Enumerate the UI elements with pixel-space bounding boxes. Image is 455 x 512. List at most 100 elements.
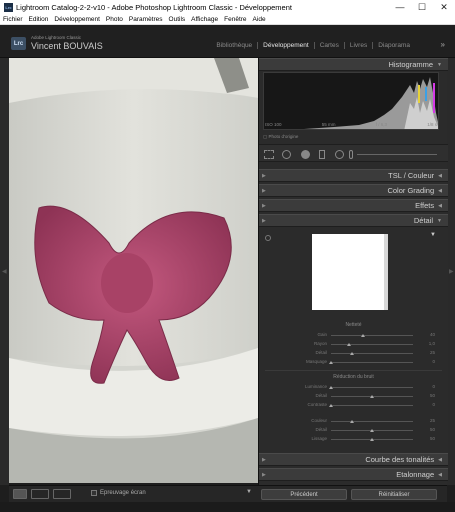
- spot-removal-icon[interactable]: [282, 150, 291, 159]
- collapse-icon: ▼: [437, 61, 442, 68]
- menu-outils[interactable]: Outils: [169, 16, 186, 23]
- minimize-button[interactable]: —: [389, 0, 411, 14]
- target-icon[interactable]: [265, 235, 271, 241]
- right-panel: Histogramme ▼ ISO 100 55 mm f / 6,3 1/8 s…: [258, 58, 448, 485]
- crop-tool-icon[interactable]: [264, 150, 274, 159]
- slider-knob[interactable]: [329, 361, 333, 364]
- iso-value: ISO 100: [265, 122, 282, 127]
- menu-fichier[interactable]: Fichier: [3, 16, 23, 23]
- softproof-checkbox[interactable]: [91, 490, 97, 496]
- slider-value[interactable]: 40: [421, 332, 435, 337]
- softproof-label: Epreuvage écran: [100, 490, 146, 496]
- original-photo-text: Photo d'origine: [268, 134, 299, 139]
- lrc-logo: Lrc: [11, 37, 26, 50]
- slider-knob[interactable]: [347, 343, 351, 346]
- collapse-icon: ▼: [437, 217, 442, 224]
- slider-value[interactable]: 25: [421, 350, 435, 355]
- masking-slider[interactable]: [331, 362, 413, 363]
- histogram-header[interactable]: Histogramme ▼: [259, 58, 448, 71]
- module-diaporama[interactable]: Diaporama: [373, 42, 415, 49]
- menu-parametres[interactable]: Paramètres: [129, 16, 163, 23]
- menu-developpement[interactable]: Développement: [54, 16, 100, 23]
- calibration-title: Etalonnage: [396, 470, 435, 479]
- slider-knob[interactable]: [370, 438, 374, 441]
- slider-value[interactable]: 0: [421, 359, 435, 364]
- close-button[interactable]: ✕: [433, 0, 455, 14]
- red-eye-icon[interactable]: [301, 150, 310, 159]
- app-icon: Lrc: [4, 2, 13, 12]
- softproof-toggle[interactable]: Epreuvage écran: [91, 490, 146, 496]
- aperture-value: f / 6,3: [375, 122, 387, 127]
- slider-value[interactable]: 50: [421, 427, 435, 432]
- slider-knob[interactable]: [329, 404, 333, 407]
- reset-button[interactable]: Réinitialiser: [351, 489, 437, 500]
- radial-tool-icon[interactable]: [335, 150, 344, 159]
- previous-button[interactable]: Précédent: [261, 489, 347, 500]
- luminance-slider[interactable]: [331, 387, 413, 388]
- tone-curve-title: Courbe des tonalités: [365, 455, 435, 464]
- noise-section-title: Réduction du bruit: [333, 374, 374, 380]
- effects-header[interactable]: ▶ Effets ◀: [259, 199, 448, 212]
- maximize-button[interactable]: ☐: [411, 0, 433, 14]
- slider-knob[interactable]: [350, 352, 354, 355]
- collapse-icon: ◀: [438, 202, 442, 209]
- gradient-tool-icon[interactable]: [319, 150, 325, 159]
- slider-value[interactable]: 50: [421, 393, 435, 398]
- slider-value[interactable]: 0: [421, 402, 435, 407]
- loupe-view-icon[interactable]: [13, 489, 27, 499]
- tool-slider[interactable]: [357, 154, 437, 155]
- expand-left-icon[interactable]: ◀: [2, 268, 7, 275]
- panel-toggle-icon: ▶: [262, 202, 266, 209]
- slider-knob[interactable]: [350, 420, 354, 423]
- collapse-icon: ◀: [438, 471, 442, 478]
- detail-header[interactable]: ▶ Détail ▼: [259, 214, 448, 227]
- menu-edition[interactable]: Edition: [29, 16, 49, 23]
- slider-knob[interactable]: [370, 429, 374, 432]
- right-panel-edge[interactable]: ▶: [447, 58, 455, 485]
- detail-slider[interactable]: [331, 353, 413, 354]
- divider: [265, 370, 442, 371]
- contrast-slider[interactable]: [331, 405, 413, 406]
- collapse-right-icon[interactable]: ▶: [449, 268, 454, 275]
- filmstrip-collapsed: [0, 502, 455, 512]
- slider-label: Rayon: [313, 341, 327, 346]
- menu-aide[interactable]: Aide: [253, 16, 266, 23]
- brush-tool-icon[interactable]: [349, 150, 353, 159]
- module-bibliotheque[interactable]: Bibliothèque: [211, 42, 259, 49]
- menu-affichage[interactable]: Affichage: [191, 16, 218, 23]
- color-slider[interactable]: [331, 421, 413, 422]
- slider-value[interactable]: 50: [421, 436, 435, 441]
- color-grading-header[interactable]: ▶ Color Grading ◀: [259, 184, 448, 197]
- slider-knob[interactable]: [361, 334, 365, 337]
- gain-slider[interactable]: [331, 335, 413, 336]
- module-cartes[interactable]: Cartes: [315, 42, 345, 49]
- before-after-icon[interactable]: [31, 489, 49, 499]
- module-developpement[interactable]: Développement: [258, 42, 315, 49]
- menu-photo[interactable]: Photo: [106, 16, 123, 23]
- slider-label: Détail: [315, 350, 327, 355]
- tsl-panel-header[interactable]: ▶ TSL / Couleur ◀: [259, 169, 448, 182]
- detail-preview[interactable]: [312, 234, 388, 310]
- menu-fenetre[interactable]: Fenêtre: [224, 16, 246, 23]
- left-panel-collapsed[interactable]: ◀: [0, 58, 9, 485]
- photo-canvas[interactable]: [9, 58, 258, 483]
- zoom-menu-icon[interactable]: ▼: [430, 232, 436, 238]
- calibration-header[interactable]: ▶ Etalonnage ◀: [259, 468, 448, 481]
- panel-toggle-icon: ▶: [262, 172, 266, 179]
- toolbar-menu-icon[interactable]: ▼: [246, 489, 252, 495]
- menu-bar: Fichier Edition Développement Photo Para…: [0, 14, 455, 25]
- tone-curve-header[interactable]: ▶ Courbe des tonalités ◀: [259, 453, 448, 466]
- slider-value[interactable]: 0: [421, 384, 435, 389]
- radius-slider[interactable]: [331, 344, 413, 345]
- slider-label: Couleur: [311, 418, 327, 423]
- slider-knob[interactable]: [329, 386, 333, 389]
- slider-value[interactable]: 25: [421, 418, 435, 423]
- module-livres[interactable]: Livres: [345, 42, 374, 49]
- slider-knob[interactable]: [370, 395, 374, 398]
- exif-info: ISO 100 55 mm f / 6,3 1/8 s: [263, 122, 439, 127]
- slider-label: Contraste: [307, 402, 327, 407]
- slider-value[interactable]: 1,0: [421, 341, 435, 346]
- tool-strip: [259, 144, 448, 162]
- module-expander-icon[interactable]: »: [441, 40, 445, 49]
- before-after-swap-icon[interactable]: [53, 489, 71, 499]
